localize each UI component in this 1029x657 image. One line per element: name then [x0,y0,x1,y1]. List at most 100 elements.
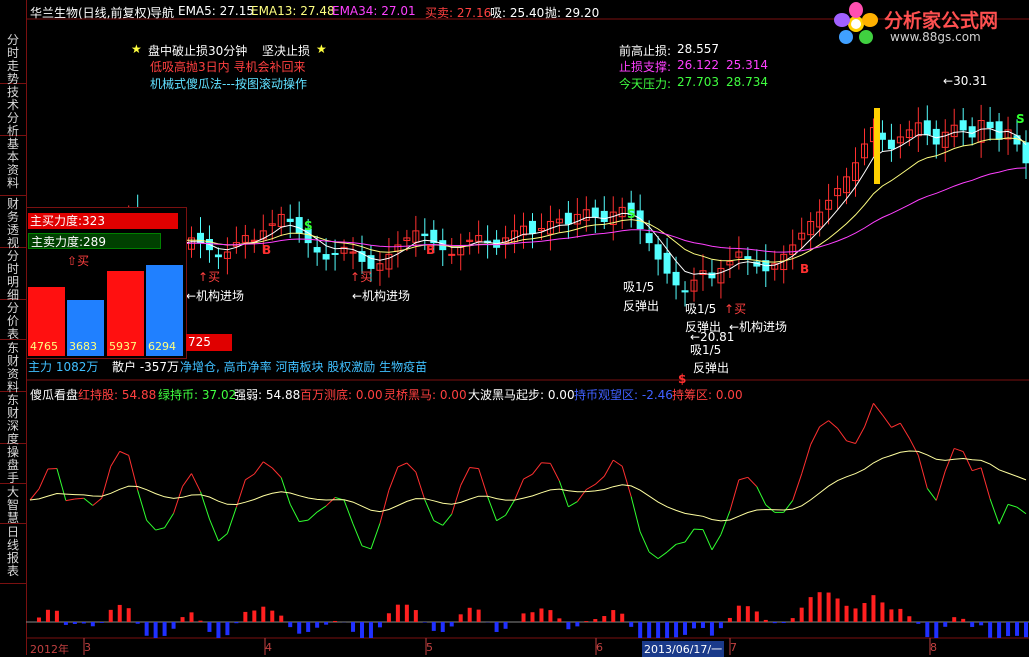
indicator-segment [757,487,766,505]
sidebar-tab-7[interactable]: 东财深度 [0,392,26,444]
force-popup[interactable]: 主买力度:323 主卖力度:289 ⇧买 4765 3683 5937 6294 [26,207,187,359]
indicator-segment [326,497,335,505]
indicator-segment [470,468,479,469]
indicator-segment [981,468,990,499]
indicator-segment [1008,504,1017,507]
indicator-segment [416,472,425,500]
sidebar-tab-8[interactable]: 操盘手 [0,444,26,484]
candle-body [637,211,643,229]
sidebar-tab-4[interactable]: 分时明细 [0,248,26,300]
indicator-segment [873,403,882,415]
s-signal: S [304,219,313,233]
note-line1: 盘中破止损30分钟 [148,42,247,59]
flower-logo-icon [830,2,882,46]
histogram-bar [934,622,938,638]
candle-body [646,234,652,243]
histogram-bar [755,611,759,622]
s-signal: S [1016,112,1025,126]
indicator-segment [93,498,102,505]
indicator-segment [631,497,640,532]
histogram-bar [432,622,436,631]
indicator-segment [129,455,138,490]
candle-body [879,133,885,139]
candle-body [422,234,428,235]
stock-title: 华兰生物(日线,前复权) [30,4,151,21]
sidebar-tab-9[interactable]: 大智慧 [0,484,26,524]
indicator-segment [156,528,165,530]
histogram-bar [306,622,310,632]
indicator-segment [380,490,389,523]
indicator-name: 傻瓜看盘 [30,386,78,403]
histogram-bar [845,606,849,622]
candle-body [323,255,329,259]
buy-mark: ↑买 [350,268,372,285]
histogram-bar [674,622,678,637]
sidebar-tab-10[interactable]: 日线报表 [0,524,26,584]
indicator-segment [882,415,891,427]
indicator-segment [568,502,577,507]
indicator-segment [541,463,550,464]
candle-body [314,248,320,252]
histogram-bar [638,622,642,638]
histogram-bar [369,622,373,638]
indicator-segment [838,428,847,440]
indicator-segment [532,463,541,474]
retail-flow: 散户 -357万 [112,358,179,375]
nav-button[interactable]: 导航 [150,4,174,21]
histogram-bar [333,621,337,622]
xi-mark: 吸1/5 [685,300,716,317]
stop-label: 止损支撑: [619,58,671,75]
histogram-bar [836,599,840,622]
histogram-bar [530,612,534,622]
indicator-segment [425,500,434,521]
green-hold-readout: 绿持币: 37.02 [158,386,236,403]
candle-body [529,221,535,233]
left-sidebar: 分时走势技术分析基本资料财务透视分时明细分价表东财资料东财深度操盘手大智慧日线报… [0,0,27,655]
sidebar-tab-2[interactable]: 基本资料 [0,136,26,196]
sidebar-tab-5[interactable]: 分价表 [0,300,26,340]
pressure-value-2: 28.734 [726,75,768,89]
sector-tags[interactable]: 净增仓, 高市净率 河南板块 股权激励 生物疫苗 [180,358,427,375]
histogram-bar [82,622,86,623]
histogram-bar [1006,622,1010,636]
candle-body [996,122,1002,140]
indicator-segment [174,486,183,513]
histogram-bar [988,622,992,638]
histogram-bar [136,622,140,624]
sidebar-tab-6[interactable]: 东财资料 [0,340,26,392]
indicator-segment [317,506,326,512]
indicator-segment [918,455,927,488]
histogram-bar [854,608,858,622]
histogram-bar [880,602,884,622]
indicator-segment [389,467,398,490]
candle-body [197,233,203,242]
histogram-bar [800,608,804,622]
indicator-segment [524,474,533,479]
histogram-bar [163,622,167,636]
sidebar-tab-3[interactable]: 财务透视 [0,196,26,248]
indicator-segment [891,423,900,427]
histogram-bar [584,621,588,622]
histogram-bar [91,622,95,626]
histogram-bar [46,610,50,622]
indicator-segment [658,552,667,559]
stop-value-1: 26.122 [677,58,719,72]
candle-body [565,213,571,224]
star-icon: ★ [316,42,327,56]
histogram-bar [243,612,247,622]
indicator-segment [344,500,353,524]
rebound-mark: 反弹出 [623,297,659,314]
histogram-bar [198,621,202,622]
histogram-bar [351,622,355,632]
histogram-bar [109,610,113,622]
histogram-bar [907,616,911,622]
indicator-segment [730,480,739,511]
histogram-bar [360,622,364,638]
sidebar-tab-0[interactable]: 分时走势 [0,32,26,84]
sidebar-tab-1[interactable]: 技术分析 [0,84,26,136]
histogram-bar [216,622,220,638]
histogram-bar [782,622,786,623]
indicator-segment [192,474,201,492]
histogram-bar [279,616,283,622]
candle-body [1023,143,1029,163]
